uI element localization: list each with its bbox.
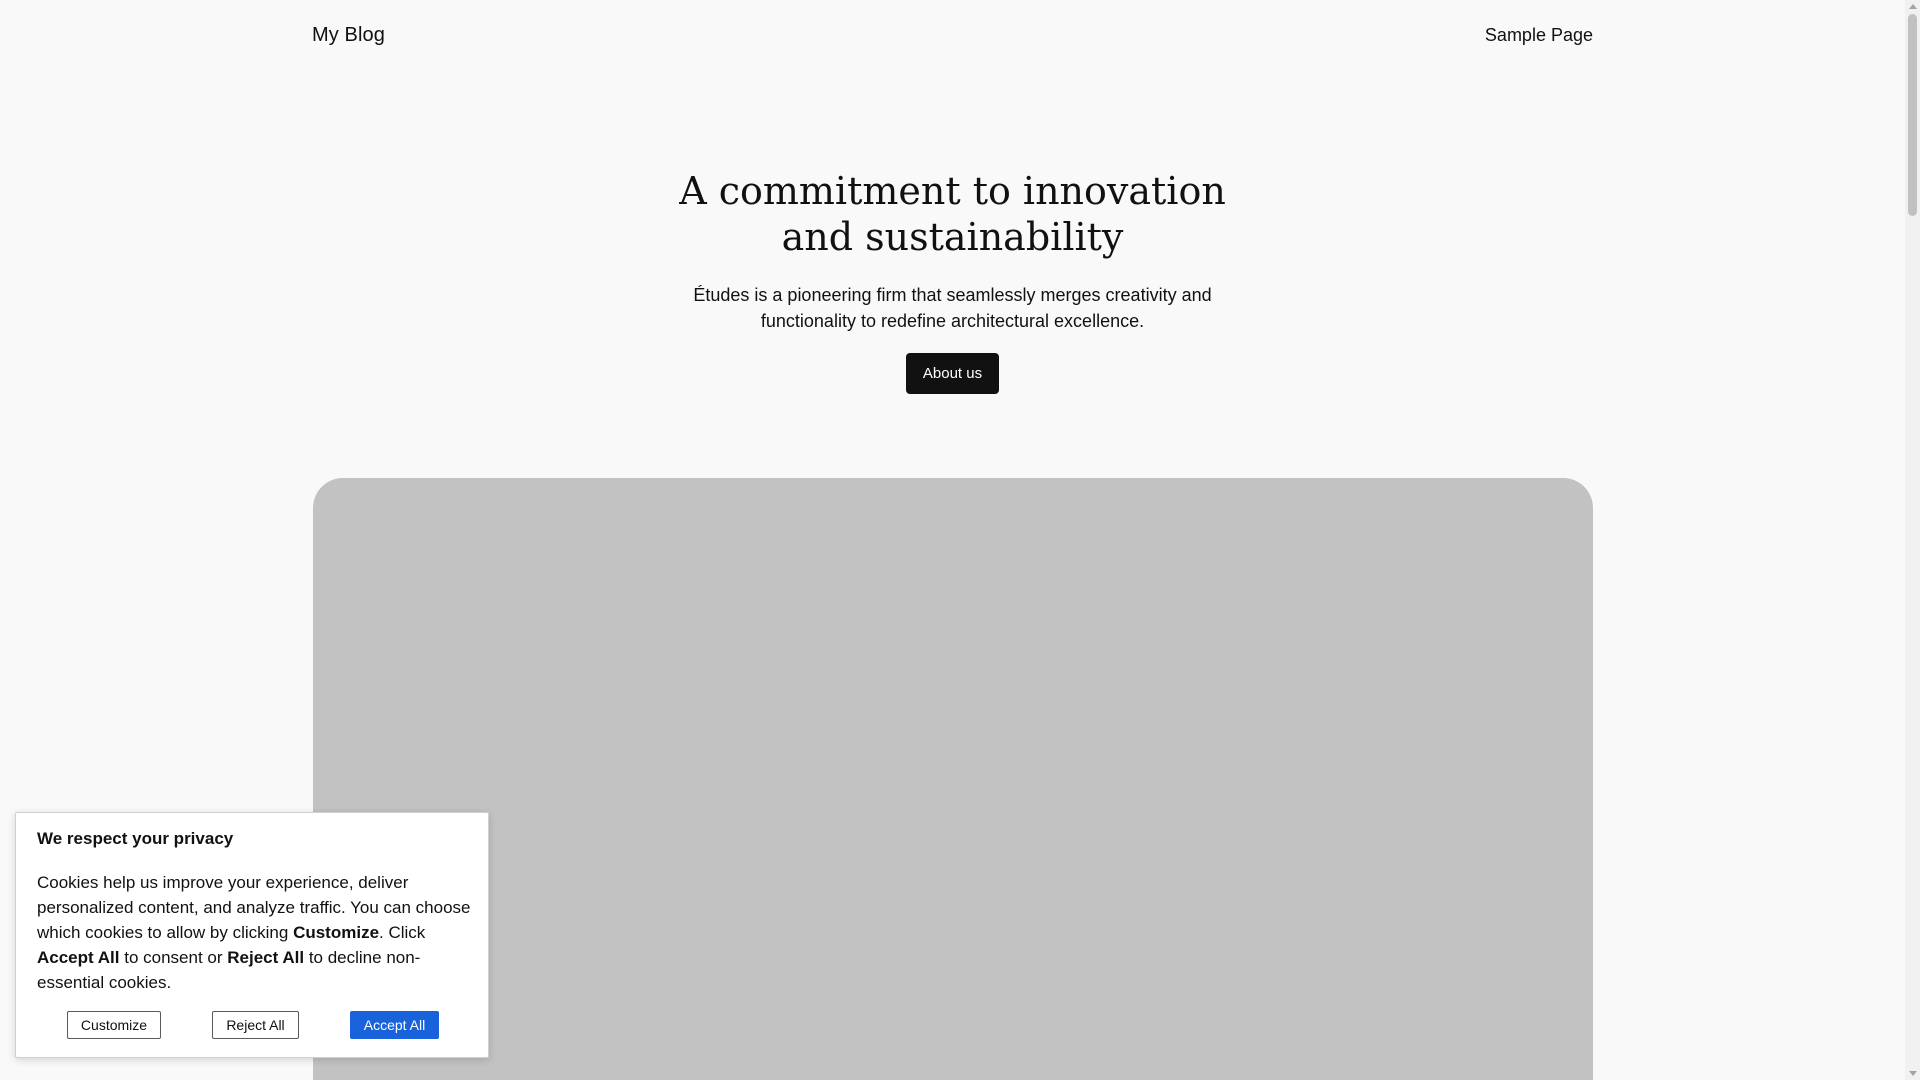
scroll-down-arrow-icon[interactable]	[1909, 1071, 1917, 1076]
cookie-banner-title: We respect your privacy	[37, 829, 234, 848]
cookie-button-row: Customize Reject All Accept All	[16, 1011, 490, 1039]
site-title-link[interactable]: My Blog	[312, 24, 385, 47]
accept-all-button[interactable]: Accept All	[350, 1011, 439, 1039]
cookie-banner-text: Cookies help us improve your experience,…	[37, 870, 477, 995]
nav-link-sample-page[interactable]: Sample Page	[1485, 25, 1593, 46]
hero-section: A commitment to innovation and sustainab…	[0, 168, 1905, 394]
scroll-up-arrow-icon[interactable]	[1909, 4, 1917, 9]
customize-button[interactable]: Customize	[67, 1011, 161, 1039]
vertical-scrollbar[interactable]	[1905, 0, 1920, 1080]
cookie-text-bold-reject: Reject All	[227, 948, 305, 967]
about-us-button[interactable]: About us	[906, 353, 999, 394]
hero-image-placeholder	[313, 478, 1593, 1080]
scrollbar-thumb[interactable]	[1908, 14, 1917, 216]
hero-title: A commitment to innovation and sustainab…	[679, 169, 1226, 259]
cookie-consent-banner: We respect your privacy Cookies help us …	[15, 812, 489, 1058]
cookie-text-bold-customize: Customize	[293, 923, 380, 942]
site-header: My Blog Sample Page	[312, 18, 1593, 52]
cookie-text-bold-accept: Accept All	[37, 948, 120, 967]
reject-all-button[interactable]: Reject All	[212, 1011, 299, 1039]
page: My Blog Sample Page A commitment to inno…	[0, 0, 1905, 1080]
cookie-text-part: to consent or	[119, 948, 228, 967]
cookie-text-part: . Click	[379, 923, 426, 942]
hero-description: Études is a pioneering firm that seamles…	[693, 285, 1212, 331]
